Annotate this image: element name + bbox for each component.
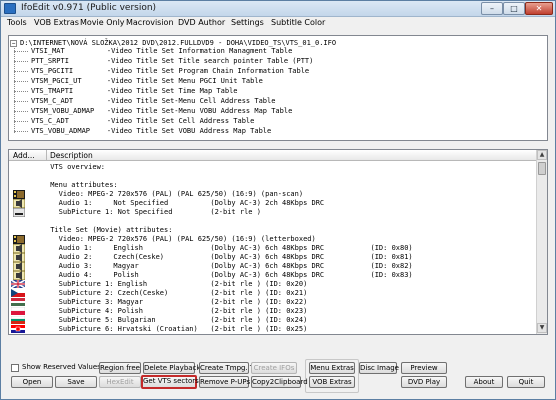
scroll-down-button[interactable]: ▼ — [537, 323, 547, 333]
hexedit-button[interactable]: HexEdit — [99, 376, 141, 388]
ifoedit-window: IfoEdit v0.971 (Public version) – □ ✕ To… — [0, 0, 556, 400]
menu-subtitle-color[interactable]: Subtitle Color — [271, 18, 325, 27]
tree-item-ptt-srpti[interactable]: PTT_SRPTI -Video Title Set Title search … — [31, 57, 313, 65]
column-divider[interactable] — [46, 150, 47, 161]
tree-item-vts-tmapti[interactable]: VTS_TMAPTI -Video Title Set Time Map Tab… — [31, 87, 238, 95]
list-row[interactable]: SubPicture 1: Not Specified (2-bit rle ) — [46, 207, 261, 218]
close-button[interactable]: ✕ — [525, 2, 553, 15]
tree-item-vts-c-adt[interactable]: VTS_C_ADT -Video Title Set Cell Address … — [31, 117, 254, 125]
audio-speaker-icon — [13, 253, 25, 262]
ifo-tree-view[interactable]: − D:\INTERNET\NOVÁ SLOŽKA\2012 DVD\2012.… — [8, 35, 548, 141]
title-bar[interactable]: IfoEdit v0.971 (Public version) – □ ✕ — [1, 1, 555, 17]
flag-poland-icon — [11, 307, 25, 315]
audio-speaker-icon — [13, 262, 25, 271]
checkbox-box[interactable] — [11, 364, 19, 372]
maximize-button[interactable]: □ — [503, 2, 525, 15]
list-row[interactable]: SubPicture 6: Hrvatski (Croatian) (2-bit… — [46, 324, 308, 334]
tree-connector — [14, 81, 28, 82]
description-list[interactable]: Add... Description VTS overview: Menu at… — [8, 149, 548, 335]
column-header-description[interactable]: Description — [50, 151, 93, 160]
region-free-button[interactable]: Region free — [99, 362, 141, 374]
flag-uk-icon — [11, 280, 25, 288]
menu-extras-button[interactable]: Menu Extras — [309, 362, 355, 374]
disc-image-button[interactable]: Disc Image — [359, 362, 399, 374]
tree-connector — [14, 91, 28, 92]
delete-playback-button[interactable]: Delete Playback — [143, 362, 200, 374]
tree-connector — [14, 61, 28, 62]
create-tmpg-button[interactable]: Create Tmpg. T. — [199, 362, 256, 374]
menu-macrovision[interactable]: Macrovision — [126, 18, 174, 27]
about-button[interactable]: About — [465, 376, 503, 388]
preview-button[interactable]: Preview — [401, 362, 447, 374]
dvd-play-button[interactable]: DVD Play — [401, 376, 447, 388]
menu-tools[interactable]: Tools — [7, 18, 27, 27]
flag-croatia-icon — [11, 325, 25, 333]
tree-item-vtsm-vobu-admap[interactable]: VTSM_VOBU_ADMAP -Video Title Set-Menu VO… — [31, 107, 292, 115]
show-reserved-values-checkbox[interactable]: Show Reserved Values — [11, 362, 111, 374]
audio-speaker-icon — [13, 199, 25, 208]
list-vertical-scrollbar[interactable]: ▲ ▼ — [536, 150, 547, 334]
minimize-button[interactable]: – — [481, 2, 503, 15]
quit-button[interactable]: Quit — [507, 376, 545, 388]
flag-bulgaria-icon — [11, 316, 25, 324]
subtitle-icon — [13, 208, 25, 217]
tree-item-vtsm-pgci-ut[interactable]: VTSM_PGCI_UT -Video Title Set Menu PGCI … — [31, 77, 263, 85]
tree-connector — [14, 121, 28, 122]
flag-hungary-icon — [11, 298, 25, 306]
show-reserved-values-label: Show Reserved Values — [22, 363, 101, 371]
video-film-icon — [13, 235, 25, 244]
tree-root-path[interactable]: D:\INTERNET\NOVÁ SLOŽKA\2012 DVD\2012.FU… — [20, 39, 336, 47]
list-row[interactable]: VTS overview: — [46, 162, 105, 173]
copy2clipboard-button[interactable]: Copy2Clipboard — [251, 376, 308, 388]
tree-item-vtsm-c-adt[interactable]: VTSM_C_ADT -Video Title Set-Menu Cell Ad… — [31, 97, 275, 105]
list-body: VTS overview: Menu attributes: Video: MP… — [9, 162, 537, 334]
scroll-thumb[interactable] — [538, 162, 546, 175]
tree-connector — [14, 71, 28, 72]
tree-connector — [14, 131, 28, 132]
open-button[interactable]: Open — [11, 376, 53, 388]
tree-item-vts-vobu-admap[interactable]: VTS_VOBU_ADMAP -Video Title Set VOBU Add… — [31, 127, 271, 135]
list-header: Add... Description — [9, 150, 537, 161]
tree-item-vtsi-mat[interactable]: VTSI_MAT -Video Title Set Information Ma… — [31, 47, 292, 55]
create-ifos-button[interactable]: Create IFOs — [251, 362, 297, 374]
scroll-up-button[interactable]: ▲ — [537, 150, 547, 160]
flag-czech-icon — [11, 289, 25, 297]
remove-pups-button[interactable]: Remove P-UPs — [199, 376, 250, 388]
menu-dvd-author[interactable]: DVD Author — [178, 18, 225, 27]
menu-vob-extras[interactable]: VOB Extras — [34, 18, 79, 27]
tree-collapse-icon[interactable]: − — [10, 40, 17, 47]
tree-connector — [14, 101, 28, 102]
audio-speaker-icon — [13, 244, 25, 253]
menu-movie-only[interactable]: Movie Only — [80, 18, 125, 27]
tree-connector — [14, 111, 28, 112]
tree-item-vts-pgciti[interactable]: VTS_PGCITI -Video Title Set Program Chai… — [31, 67, 309, 75]
menu-bar: Tools VOB Extras Movie Only Macrovision … — [1, 17, 555, 31]
vob-extras-button[interactable]: VOB Extras — [309, 376, 355, 388]
app-icon — [4, 3, 16, 14]
column-header-add[interactable]: Add... — [13, 151, 35, 160]
save-button[interactable]: Save — [55, 376, 97, 388]
window-title: IfoEdit v0.971 (Public version) — [21, 3, 157, 13]
video-film-icon — [13, 190, 25, 199]
audio-speaker-icon — [13, 271, 25, 280]
menu-settings[interactable]: Settings — [231, 18, 264, 27]
get-vts-sectors-button[interactable]: Get VTS sectors — [141, 375, 199, 389]
tree-connector — [14, 51, 28, 52]
